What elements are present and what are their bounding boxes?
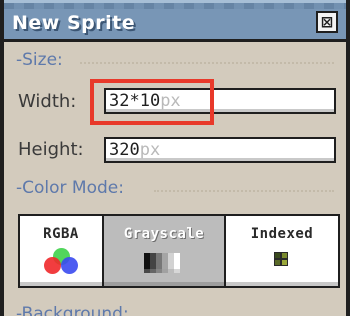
background-section-header: -Background: [16,304,129,316]
title-bar-pattern [4,3,346,9]
close-button[interactable]: ⊠ [316,11,338,33]
new-sprite-dialog: New Sprite ⊠ -Size: Width: 32*10px Heigh… [0,0,350,316]
height-value: 320 [109,140,140,160]
palette-grid-icon [274,252,288,266]
color-mode-section-divider [154,190,334,192]
title-bar[interactable]: New Sprite ⊠ [4,0,346,42]
width-unit: px [160,91,181,111]
color-mode-grayscale-label: Grayscale [123,226,205,242]
height-unit: px [139,140,161,160]
color-mode-section-header: -Color Mode: [16,178,124,198]
color-mode-indexed-label: Indexed [250,226,314,242]
rgb-circles-icon [42,248,82,278]
color-mode-grayscale-button[interactable]: Grayscale [102,214,226,288]
width-value: 32*10 [109,91,161,111]
width-label: Width: [18,91,77,112]
width-input[interactable]: 32*10px [104,88,336,114]
color-mode-indexed-button[interactable]: Indexed [224,214,340,288]
color-mode-selector: RGBA Grayscale Indexed [18,214,340,288]
size-section-label: Size: [22,50,63,70]
color-mode-rgba-label: RGBA [43,226,79,242]
color-mode-section-label: Color Mode: [22,178,124,198]
background-section-label: Background: [21,304,129,316]
gradient-icon [144,253,180,273]
dialog-title: New Sprite [12,12,136,34]
height-label: Height: [18,139,84,160]
height-input[interactable]: 320px [104,137,336,163]
close-icon: ⊠ [320,12,334,31]
size-section-header: -Size: [16,50,63,70]
size-section-divider [80,62,334,64]
color-mode-rgba-button[interactable]: RGBA [18,214,104,288]
